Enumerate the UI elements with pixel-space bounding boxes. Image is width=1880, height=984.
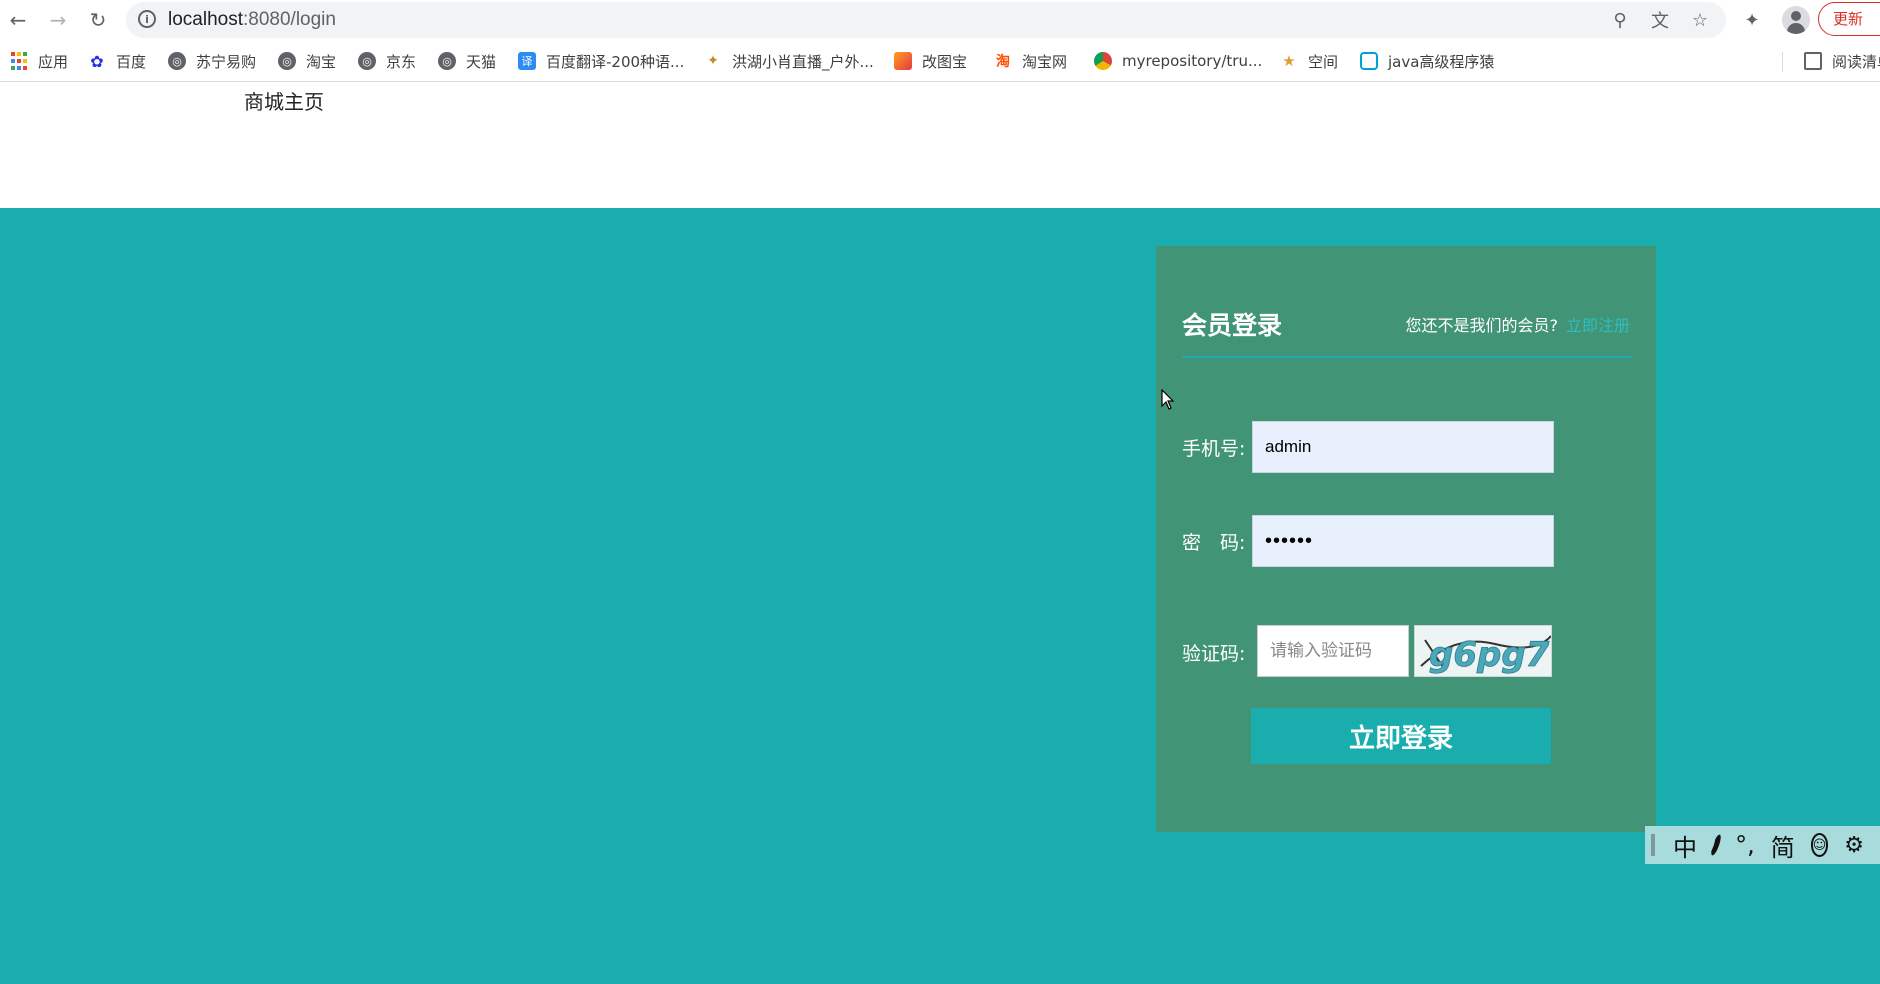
captcha-text: g6pg77 — [1429, 635, 1552, 675]
captcha-label: 验证码: — [1182, 643, 1246, 665]
ime-charset-toggle[interactable]: 简 — [1771, 828, 1795, 863]
translate-icon[interactable]: 文 — [1648, 8, 1672, 32]
ime-toolbar: 中 °, 简 ☺ ⚙ — [1645, 826, 1880, 864]
qzone-icon: ★ — [1282, 52, 1296, 70]
captcha-image[interactable]: g6pg77 — [1414, 625, 1552, 677]
bookmark-live-stream[interactable]: ✦ 洪湖小肖直播_户外... — [704, 49, 874, 73]
bookmark-label: 京东 — [386, 52, 417, 71]
password-input[interactable] — [1252, 515, 1554, 567]
register-link[interactable]: 立即注册 — [1566, 316, 1630, 335]
chrome-icon — [1094, 52, 1112, 70]
key-icon[interactable]: ⚲ — [1608, 8, 1632, 32]
globe-icon: ◎ — [438, 52, 456, 70]
ime-settings-gear-icon[interactable]: ⚙ — [1844, 833, 1864, 858]
bilibili-icon — [1360, 52, 1378, 70]
site-info-icon[interactable]: i — [138, 10, 156, 28]
captcha-input[interactable] — [1257, 625, 1409, 677]
bookmark-baidu-translate[interactable]: 译 百度翻译-200种语... — [518, 49, 684, 73]
login-panel: 会员登录 您还不是我们的会员? 立即注册 手机号: 密 码: 验证码: g6pg7… — [1156, 246, 1656, 832]
phone-input[interactable] — [1252, 421, 1554, 473]
reading-list-icon — [1804, 52, 1822, 70]
bookmark-label: 苏宁易购 — [196, 52, 257, 71]
url-path: :8080/login — [243, 9, 336, 30]
bookmark-label: 百度翻译-200种语... — [546, 52, 685, 71]
register-hint-text: 您还不是我们的会员? — [1405, 316, 1558, 335]
translate-yi-icon: 译 — [518, 52, 536, 70]
extensions-puzzle-icon[interactable]: ✦ — [1738, 6, 1766, 34]
bookmarks-divider — [1782, 52, 1783, 72]
update-button[interactable]: 更新 — [1818, 2, 1880, 36]
mouse-cursor-icon — [1161, 389, 1175, 410]
globe-icon: ◎ — [168, 52, 186, 70]
bookmark-label: 应用 — [38, 52, 69, 71]
page-header: 商城主页 — [0, 83, 1880, 208]
bookmark-label: java高级程序猿 — [1388, 52, 1495, 71]
address-url[interactable]: localhost:8080/login — [168, 9, 336, 31]
login-title: 会员登录 — [1182, 311, 1283, 340]
ime-drag-handle[interactable] — [1651, 834, 1655, 856]
bookmark-label: 天猫 — [466, 52, 497, 71]
bookmark-label: 淘宝网 — [1022, 52, 1068, 71]
bookmarks-bar: 应用 ✿ 百度 ◎ 苏宁易购 ◎ 淘宝 ◎ 京东 ◎ 天猫 译 百度翻译-200… — [0, 40, 1880, 82]
bookmark-baidu[interactable]: ✿ 百度 — [88, 49, 146, 73]
bookmark-label: 阅读清单 — [1832, 52, 1880, 71]
bookmark-label: 淘宝 — [306, 52, 337, 71]
bookmark-taobao[interactable]: ◎ 淘宝 — [278, 49, 336, 73]
bookmark-reading-list[interactable]: 阅读清单 — [1804, 49, 1880, 73]
browser-toolbar: ← → ↻ i localhost:8080/login ⚲ 文 ☆ ✦ 更新 — [0, 0, 1880, 40]
bookmark-label: 空间 — [1308, 52, 1339, 71]
register-hint: 您还不是我们的会员? 立即注册 — [1405, 312, 1630, 336]
back-arrow-icon[interactable]: ← — [4, 6, 32, 34]
ime-halfwidth-moon-icon[interactable] — [1709, 834, 1722, 857]
bookmark-gaitubao[interactable]: 改图宝 — [894, 49, 967, 73]
bookmark-label: 改图宝 — [922, 52, 968, 71]
gaitubao-icon — [894, 52, 912, 70]
title-divider — [1182, 356, 1632, 358]
bookmark-apps[interactable]: 应用 — [10, 49, 68, 73]
bookmark-myrepository[interactable]: myrepository/tru... — [1094, 49, 1262, 73]
url-host: localhost — [168, 9, 243, 30]
ime-mode-toggle[interactable]: 中 — [1673, 828, 1697, 863]
address-bar[interactable]: i localhost:8080/login ⚲ 文 ☆ — [126, 2, 1726, 38]
bookmark-suning[interactable]: ◎ 苏宁易购 — [168, 49, 256, 73]
baidu-paw-icon: ✿ — [90, 51, 104, 71]
profile-avatar-icon[interactable] — [1782, 6, 1810, 34]
taobao-icon: 淘 — [996, 54, 1010, 70]
reload-icon[interactable]: ↻ — [84, 6, 112, 34]
bookmark-tmall[interactable]: ◎ 天猫 — [438, 49, 496, 73]
mall-home-link[interactable]: 商城主页 — [244, 86, 324, 115]
globe-icon: ◎ — [358, 52, 376, 70]
password-label: 密 码: — [1182, 532, 1246, 554]
apps-grid-icon — [10, 52, 28, 70]
captcha-graphic: g6pg77 — [1415, 626, 1552, 676]
bookmark-label: 百度 — [116, 52, 147, 71]
star-bookmark-icon[interactable]: ☆ — [1688, 8, 1712, 32]
bookmark-java[interactable]: java高级程序猿 — [1360, 49, 1494, 73]
ime-emoji-smile-icon[interactable]: ☺ — [1810, 833, 1829, 857]
bird-icon: ✦ — [707, 53, 719, 69]
globe-icon: ◎ — [278, 52, 296, 70]
bookmark-qzone[interactable]: ★ 空间 — [1280, 49, 1338, 73]
bookmark-label: myrepository/tru... — [1122, 52, 1263, 70]
ime-punctuation-toggle[interactable]: °, — [1735, 831, 1755, 859]
bookmark-taobao-net[interactable]: 淘 淘宝网 — [994, 49, 1067, 73]
login-submit-button[interactable]: 立即登录 — [1251, 708, 1551, 764]
bookmark-jd[interactable]: ◎ 京东 — [358, 49, 416, 73]
bookmark-label: 洪湖小肖直播_户外... — [732, 52, 874, 71]
forward-arrow-icon[interactable]: → — [44, 6, 72, 34]
phone-label: 手机号: — [1182, 438, 1246, 460]
